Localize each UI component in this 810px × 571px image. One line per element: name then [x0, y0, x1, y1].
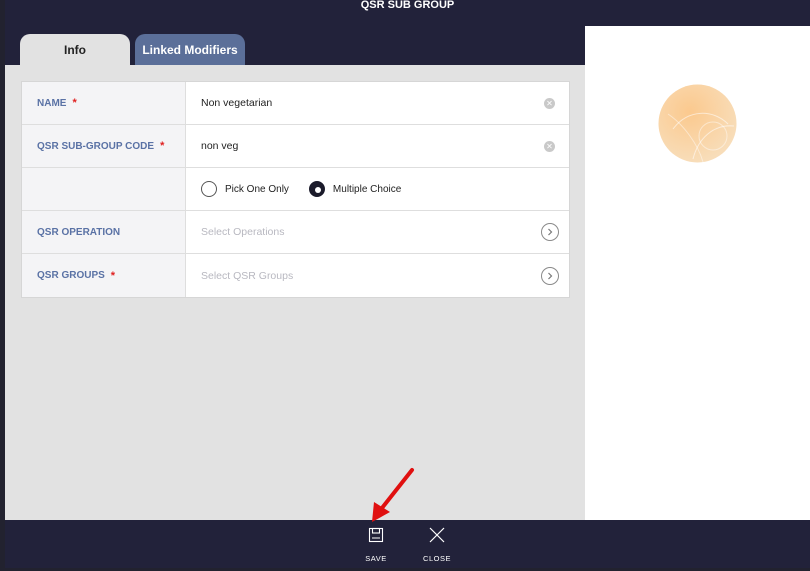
- close-icon[interactable]: [429, 527, 445, 548]
- chevron-right-icon[interactable]: [541, 266, 559, 285]
- code-field[interactable]: non veg ✕: [186, 125, 569, 167]
- choice-radio-group: Pick One Only Multiple Choice: [201, 181, 421, 197]
- groups-label: QSR GROUPS: [37, 270, 105, 281]
- choice-label-cell: [22, 168, 186, 210]
- code-value[interactable]: non veg: [201, 140, 544, 152]
- name-label: NAME: [37, 97, 67, 109]
- operation-row: QSR OPERATION Select Operations: [22, 211, 569, 254]
- form-panel: Info Linked Modifiers NAME * Non vegetar…: [5, 26, 585, 520]
- name-value[interactable]: Non vegetarian: [201, 97, 544, 109]
- window-title-bar: QSR SUB GROUP: [5, 0, 810, 26]
- close-label: CLOSE: [423, 554, 451, 563]
- tab-linked-modifiers[interactable]: Linked Modifiers: [135, 34, 245, 65]
- groups-placeholder[interactable]: Select QSR Groups: [201, 270, 541, 282]
- radio-multiple-choice[interactable]: Multiple Choice: [308, 181, 402, 197]
- tab-strip: Info Linked Modifiers: [5, 26, 585, 65]
- groups-select[interactable]: Select QSR Groups: [186, 254, 569, 297]
- avatar-placeholder-icon[interactable]: [658, 84, 737, 163]
- close-button[interactable]: CLOSE: [417, 527, 457, 563]
- save-label: SAVE: [365, 554, 387, 563]
- radio-label: Pick One Only: [225, 183, 289, 195]
- info-form: NAME * Non vegetarian ✕ QSR SUB-GROUP CO…: [21, 81, 570, 298]
- groups-row: QSR GROUPS * Select QSR Groups: [22, 254, 569, 297]
- save-button[interactable]: SAVE: [356, 527, 396, 563]
- code-label: QSR SUB-GROUP CODE: [37, 140, 155, 152]
- required-star: *: [160, 140, 165, 152]
- required-star: *: [110, 269, 116, 282]
- operation-select[interactable]: Select Operations: [186, 211, 569, 253]
- annotation-arrow-icon: [372, 468, 414, 522]
- radio-pick-one-only[interactable]: Pick One Only: [201, 181, 289, 197]
- window-title: QSR SUB GROUP: [360, 0, 455, 11]
- name-field[interactable]: Non vegetarian ✕: [186, 82, 569, 124]
- radio-checked-icon[interactable]: [308, 181, 325, 197]
- app-frame: QSR SUB GROUP Info Linked Modifiers NAME…: [0, 0, 810, 571]
- clear-icon[interactable]: ✕: [544, 97, 555, 109]
- footer-toolbar: SAVE CLOSE: [5, 520, 810, 568]
- code-label-cell: QSR SUB-GROUP CODE *: [22, 125, 186, 167]
- radio-label: Multiple Choice: [332, 183, 402, 195]
- operation-label: QSR OPERATION: [37, 226, 121, 238]
- radio-unchecked-icon[interactable]: [201, 181, 217, 197]
- required-star: *: [72, 97, 77, 109]
- choice-row: Pick One Only Multiple Choice: [22, 168, 569, 211]
- image-panel: [585, 26, 810, 520]
- name-row: NAME * Non vegetarian ✕: [22, 82, 569, 125]
- code-row: QSR SUB-GROUP CODE * non veg ✕: [22, 125, 569, 168]
- save-icon[interactable]: [368, 527, 384, 548]
- groups-label-cell: QSR GROUPS *: [22, 254, 186, 297]
- clear-icon[interactable]: ✕: [544, 140, 555, 152]
- name-label-cell: NAME *: [22, 82, 186, 124]
- tab-info[interactable]: Info: [20, 34, 130, 65]
- operation-placeholder[interactable]: Select Operations: [201, 226, 541, 238]
- choice-field: Pick One Only Multiple Choice: [186, 168, 569, 210]
- operation-label-cell: QSR OPERATION: [22, 211, 186, 253]
- chevron-right-icon[interactable]: [541, 223, 559, 241]
